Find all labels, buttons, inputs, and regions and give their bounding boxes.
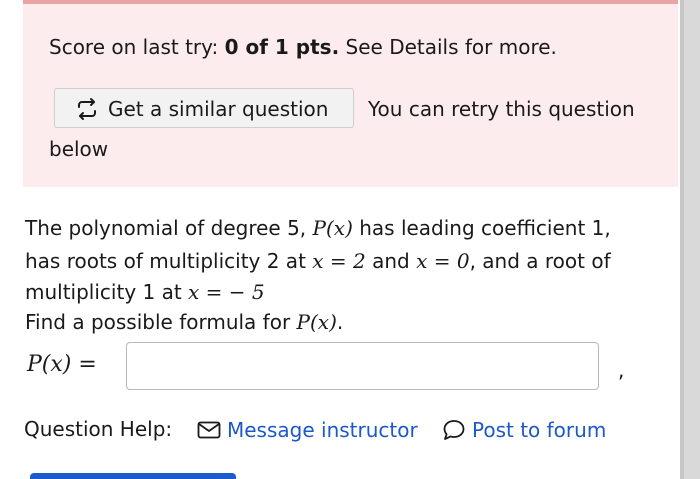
math-p-of-x-2: P(x)	[296, 310, 337, 334]
question-line-4: Find a possible formula for P(x).	[25, 310, 344, 334]
math-x-equals-0: x = 0	[416, 249, 470, 273]
answer-trailing-comma: ,	[618, 358, 625, 382]
answer-label: P(x) =	[27, 352, 97, 377]
envelope-icon	[197, 421, 221, 439]
score-summary: Score on last try: 0 of 1 pts. See Detai…	[49, 35, 557, 59]
math-x-equals-2: x = 2	[312, 249, 366, 273]
math-p-of-x: P(x)	[312, 216, 353, 240]
question-line-1: The polynomial of degree 5, P(x) has lea…	[25, 216, 611, 240]
post-to-forum-link[interactable]: Post to forum	[442, 415, 606, 445]
retry-hint-line1: You can retry this question	[368, 97, 635, 121]
get-similar-question-label: Get a similar question	[108, 97, 329, 121]
scrollbar-track[interactable]	[680, 0, 700, 479]
question-line-3: multiplicity 1 at x = − 5	[25, 280, 265, 304]
submit-button-partial[interactable]	[30, 473, 236, 479]
retry-arrows-icon	[78, 98, 96, 120]
score-panel: Score on last try: 0 of 1 pts. See Detai…	[23, 4, 678, 187]
question-line-2: has roots of multiplicity 2 at x = 2 and…	[25, 249, 611, 273]
get-similar-question-button[interactable]: Get a similar question	[54, 88, 354, 128]
score-suffix: See Details for more.	[339, 35, 557, 59]
message-instructor-link[interactable]: Message instructor	[197, 415, 418, 445]
score-value: 0 of 1 pts.	[224, 35, 340, 59]
score-prefix: Score on last try:	[49, 35, 225, 59]
question-help-label: Question Help:	[24, 417, 173, 441]
retry-hint-line2: below	[49, 137, 109, 161]
answer-input[interactable]	[126, 342, 599, 390]
message-instructor-label: Message instructor	[227, 418, 418, 442]
post-to-forum-label: Post to forum	[472, 418, 607, 442]
speech-bubble-icon	[443, 420, 465, 440]
math-x-equals-neg5: x = − 5	[188, 280, 265, 304]
